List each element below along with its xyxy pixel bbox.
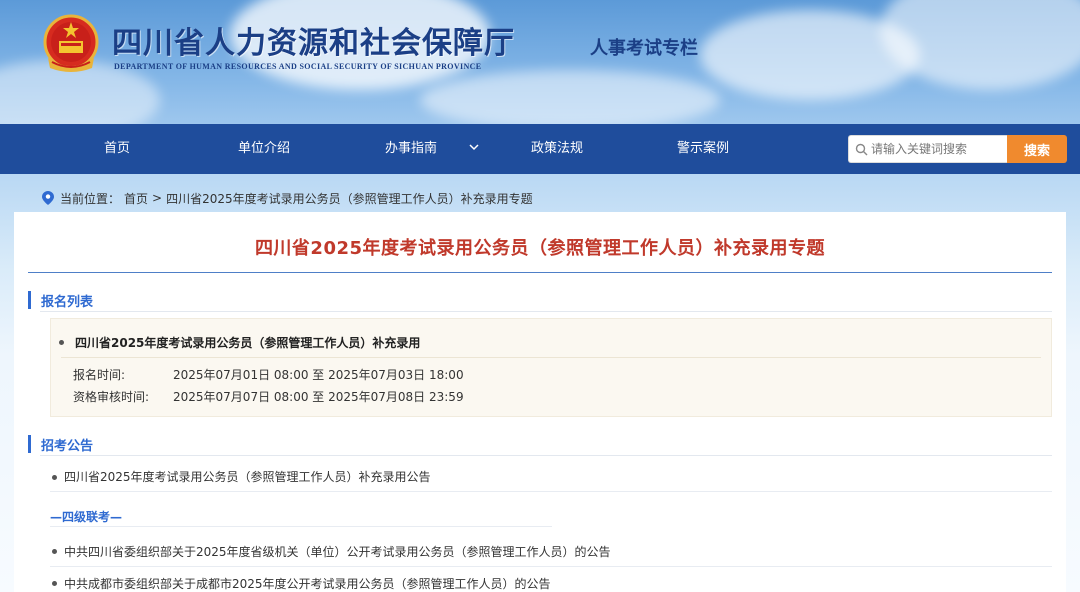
chevron-down-icon[interactable] xyxy=(467,140,481,154)
page-title: 四川省2025年度考试录用公务员（参照管理工作人员）补充录用专题 xyxy=(254,238,826,259)
title-divider xyxy=(28,272,1052,273)
section-divider xyxy=(40,455,1052,456)
breadcrumb-home-link[interactable]: 首页 xyxy=(124,190,148,207)
nav-item-about[interactable]: 单位介绍 xyxy=(238,124,290,174)
review-time-label: 资格审核时间: xyxy=(73,390,150,404)
breadcrumb-prefix: 当前位置： xyxy=(60,191,121,206)
bullet-icon xyxy=(59,340,64,345)
registration-item-title[interactable]: 四川省2025年度考试录用公务员（参照管理工作人员）补充录用 xyxy=(75,334,420,351)
registration-divider xyxy=(61,357,1041,358)
registration-time-row: 报名时间: 2025年07月01日 08:00 至 2025年07月03日 18… xyxy=(73,366,464,383)
location-pin-icon xyxy=(42,191,54,205)
nav-item-guide[interactable]: 办事指南 xyxy=(385,124,437,174)
section-registration: 报名列表 xyxy=(28,290,93,310)
section-divider xyxy=(40,311,1052,312)
nav-item-policy[interactable]: 政策法规 xyxy=(531,124,583,174)
site-title: 四川省人力资源和社会保障厅 xyxy=(112,26,515,61)
breadcrumb-separator: > xyxy=(152,191,163,205)
section-label: 招考公告 xyxy=(41,438,94,454)
site-header: 四川省人力资源和社会保障厅 DEPARTMENT OF HUMAN RESOUR… xyxy=(0,0,1080,124)
bullet-icon xyxy=(52,581,57,586)
section-bar xyxy=(28,435,31,453)
registration-time-label: 报名时间: xyxy=(73,368,126,382)
list-item[interactable]: 中共成都市委组织部关于成都市2025年度公开考试录用公务员（参照管理工作人员）的… xyxy=(64,575,551,592)
subsection-label: —四级联考— xyxy=(50,510,123,524)
list-divider xyxy=(50,491,1052,492)
nav-item-home[interactable]: 首页 xyxy=(104,124,130,174)
main-content: 四川省2025年度考试录用公务员（参照管理工作人员）补充录用专题 报名列表 四川… xyxy=(14,212,1066,592)
breadcrumb: 当前位置： 首页 > 四川省2025年度考试录用公务员（参照管理工作人员）补充录… xyxy=(42,189,537,207)
search-icon xyxy=(855,143,868,156)
bullet-icon xyxy=(52,549,57,554)
list-divider xyxy=(50,566,1052,567)
registration-item: 四川省2025年度考试录用公务员（参照管理工作人员）补充录用 报名时间: 202… xyxy=(50,318,1052,417)
site-tag: 人事考试专栏 xyxy=(590,38,698,59)
search-button[interactable]: 搜索 xyxy=(1007,135,1067,163)
list-divider xyxy=(50,526,552,527)
search-box xyxy=(848,135,1008,163)
section-announcements: 招考公告 xyxy=(28,434,93,454)
list-item[interactable]: 中共四川省委组织部关于2025年度省级机关（单位）公开考试录用公务员（参照管理工… xyxy=(64,543,611,560)
nav-item-cases[interactable]: 警示案例 xyxy=(677,124,729,174)
list-item[interactable]: 四川省2025年度考试录用公务员（参照管理工作人员）补充录用公告 xyxy=(64,468,431,485)
national-emblem-icon xyxy=(43,14,99,72)
site-subtitle: DEPARTMENT OF HUMAN RESOURCES AND SOCIAL… xyxy=(114,62,482,71)
registration-time-value: 2025年07月01日 08:00 至 2025年07月03日 18:00 xyxy=(173,368,464,382)
breadcrumb-current: 四川省2025年度考试录用公务员（参照管理工作人员）补充录用专题 xyxy=(166,191,533,206)
bullet-icon xyxy=(52,475,57,480)
review-time-value: 2025年07月07日 08:00 至 2025年07月08日 23:59 xyxy=(173,390,464,404)
section-bar xyxy=(28,291,31,309)
section-label: 报名列表 xyxy=(41,294,94,310)
search-input[interactable] xyxy=(871,136,1005,162)
review-time-row: 资格审核时间: 2025年07月07日 08:00 至 2025年07月08日 … xyxy=(73,388,464,405)
